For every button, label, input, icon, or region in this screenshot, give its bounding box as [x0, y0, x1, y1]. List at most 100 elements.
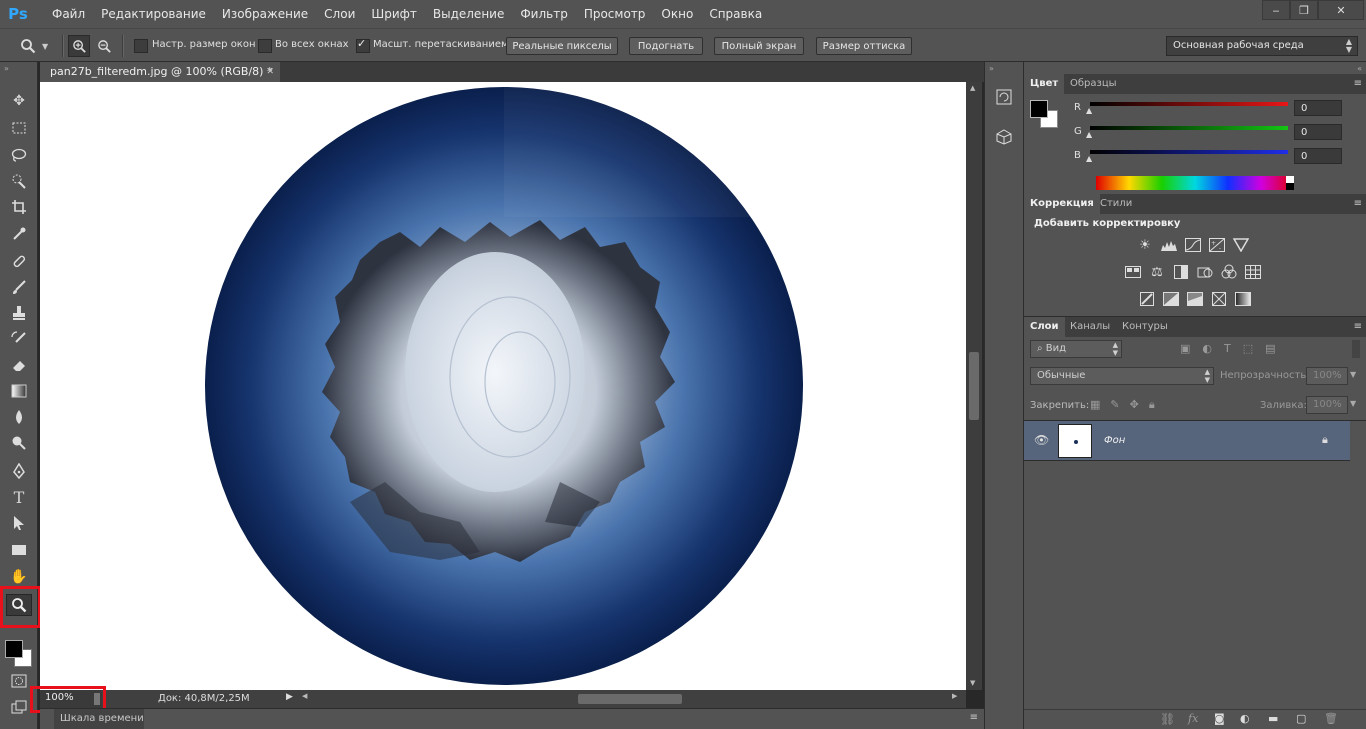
lock-pixels-icon[interactable]: ✎ — [1110, 398, 1119, 412]
scrubby-zoom-checkbox[interactable] — [356, 37, 370, 53]
lock-position-icon[interactable]: ✥ — [1130, 398, 1139, 412]
menu-select[interactable]: Выделение — [425, 0, 512, 28]
menu-help[interactable]: Справка — [701, 0, 770, 28]
scroll-left-arrow-icon[interactable]: ◀ — [302, 692, 307, 700]
channel-mixer-icon[interactable] — [1220, 263, 1238, 281]
green-slider[interactable] — [1090, 126, 1288, 130]
blur-tool[interactable] — [6, 406, 32, 428]
delete-layer-icon[interactable]: 🗑︎ — [1324, 712, 1338, 725]
lock-transparent-icon[interactable]: ▦ — [1090, 398, 1100, 412]
blend-mode-select[interactable]: Обычные ▲ ▼ — [1030, 367, 1214, 385]
menu-window[interactable]: Окно — [653, 0, 701, 28]
zoom-out-button[interactable] — [93, 35, 115, 57]
menu-image[interactable]: Изображение — [214, 0, 316, 28]
tab-channels[interactable]: Каналы — [1064, 317, 1116, 337]
red-value[interactable]: 0 — [1294, 100, 1342, 116]
panel-menu-icon[interactable]: ≡ — [970, 712, 978, 723]
scroll-up-arrow-icon[interactable]: ▲ — [970, 84, 975, 92]
slider-handle-icon[interactable]: ▲ — [1086, 130, 1092, 139]
new-group-icon[interactable]: ▬ — [1268, 712, 1278, 725]
status-menu-arrow-icon[interactable]: ▶ — [286, 692, 293, 702]
type-filter-icon[interactable]: T — [1224, 342, 1231, 356]
layer-filter-kind-select[interactable]: ⌕ Вид ▲ ▼ — [1030, 340, 1122, 358]
shape-filter-icon[interactable]: ⬚ — [1243, 342, 1253, 356]
threshold-icon[interactable] — [1186, 290, 1204, 308]
pixel-filter-icon[interactable]: ▣ — [1180, 342, 1190, 356]
collapse-panel-icon[interactable]: « — [1357, 64, 1362, 73]
tool-preset-picker[interactable]: ▼ — [20, 35, 60, 57]
green-value[interactable]: 0 — [1294, 124, 1342, 140]
menu-view[interactable]: Просмотр — [576, 0, 654, 28]
vertical-scroll-thumb[interactable] — [969, 352, 979, 420]
move-tool[interactable]: ✥ — [6, 90, 32, 112]
vertical-scrollbar[interactable]: ▲ ▼ — [966, 82, 982, 690]
restore-button[interactable]: ❐ — [1290, 0, 1318, 20]
tab-layers[interactable]: Слои — [1024, 317, 1065, 337]
tab-adjustments[interactable]: Коррекция — [1024, 194, 1100, 214]
eraser-tool[interactable] — [6, 354, 32, 376]
resize-windows-checkbox[interactable] — [134, 39, 148, 53]
collapse-panel-icon[interactable]: » — [989, 64, 994, 73]
type-tool[interactable]: T — [6, 486, 32, 508]
blue-slider[interactable] — [1090, 150, 1288, 154]
color-spectrum-bar[interactable] — [1096, 176, 1294, 190]
color-lookup-icon[interactable] — [1244, 263, 1262, 281]
path-selection-tool[interactable] — [6, 512, 32, 534]
horizontal-scroll-thumb[interactable] — [578, 694, 682, 704]
dropdown-arrow-icon[interactable]: ▼ — [1350, 370, 1356, 379]
selective-color-icon[interactable] — [1210, 290, 1228, 308]
quick-mask-button[interactable] — [6, 670, 32, 692]
layer-style-icon[interactable]: fx — [1188, 712, 1198, 725]
lasso-tool[interactable] — [6, 144, 32, 166]
marquee-tool[interactable] — [6, 117, 32, 139]
levels-icon[interactable] — [1160, 236, 1178, 254]
minimize-button[interactable]: ‒ — [1262, 0, 1290, 20]
close-window-button[interactable]: ✕ — [1318, 0, 1364, 20]
tab-styles[interactable]: Стили — [1094, 194, 1138, 214]
actual-pixels-button[interactable]: Реальные пикселы — [506, 37, 618, 55]
document-tab[interactable]: pan27b_filteredm.jpg @ 100% (RGB/8) * ✕ — [40, 62, 280, 82]
tab-paths[interactable]: Контуры — [1116, 317, 1174, 337]
scroll-down-arrow-icon[interactable]: ▼ — [970, 679, 975, 687]
black-white-icon[interactable] — [1172, 263, 1190, 281]
scroll-right-arrow-icon[interactable]: ▶ — [952, 692, 957, 700]
workspace-select[interactable]: Основная рабочая среда ▲ ▼ — [1166, 36, 1358, 56]
vibrance-icon[interactable] — [1232, 236, 1250, 254]
clone-stamp-tool[interactable] — [6, 302, 32, 324]
link-layers-icon[interactable]: ⛓ — [1160, 712, 1175, 726]
quick-selection-tool[interactable] — [6, 170, 32, 192]
visibility-eye-icon[interactable]: 👁︎ — [1034, 433, 1049, 447]
add-mask-icon[interactable]: ◙ — [1214, 712, 1225, 725]
foreground-color-chip[interactable] — [1030, 100, 1048, 118]
pen-tool[interactable] — [6, 460, 32, 482]
adjustment-filter-icon[interactable]: ◐ — [1202, 342, 1212, 356]
panel-menu-icon[interactable]: ≡ — [1354, 198, 1362, 209]
fill-screen-button[interactable]: Полный экран — [714, 37, 804, 55]
menu-filter[interactable]: Фильтр — [512, 0, 575, 28]
dropdown-arrow-icon[interactable]: ▼ — [1350, 399, 1356, 408]
3d-panel-button[interactable] — [993, 126, 1015, 148]
posterize-icon[interactable] — [1162, 290, 1180, 308]
hue-saturation-icon[interactable] — [1124, 263, 1142, 281]
gradient-map-icon[interactable] — [1234, 290, 1252, 308]
fit-screen-button[interactable]: Подогнать — [629, 37, 703, 55]
print-size-button[interactable]: Размер оттиска — [816, 37, 912, 55]
timeline-tab[interactable]: Шкала времени — [54, 709, 144, 729]
brightness-contrast-icon[interactable]: ☀ — [1136, 236, 1154, 254]
slider-handle-icon[interactable]: ▲ — [1086, 106, 1092, 115]
blue-value[interactable]: 0 — [1294, 148, 1342, 164]
lock-all-icon[interactable]: 🔒︎ — [1149, 398, 1155, 412]
red-slider[interactable] — [1090, 102, 1288, 106]
slider-handle-icon[interactable]: ▲ — [1086, 154, 1092, 163]
photo-filter-icon[interactable] — [1196, 263, 1214, 281]
invert-icon[interactable] — [1138, 290, 1156, 308]
zoom-in-button[interactable] — [68, 35, 90, 57]
panel-menu-icon[interactable]: ≡ — [1354, 321, 1362, 332]
tab-color[interactable]: Цвет — [1024, 74, 1065, 94]
exposure-icon[interactable]: + - — [1208, 236, 1226, 254]
smart-object-filter-icon[interactable]: ▤ — [1265, 342, 1275, 356]
new-layer-icon[interactable]: ▢ — [1296, 712, 1306, 725]
close-tab-icon[interactable]: ✕ — [266, 62, 274, 82]
menu-type[interactable]: Шрифт — [363, 0, 425, 28]
panel-menu-icon[interactable]: ≡ — [1354, 78, 1362, 89]
